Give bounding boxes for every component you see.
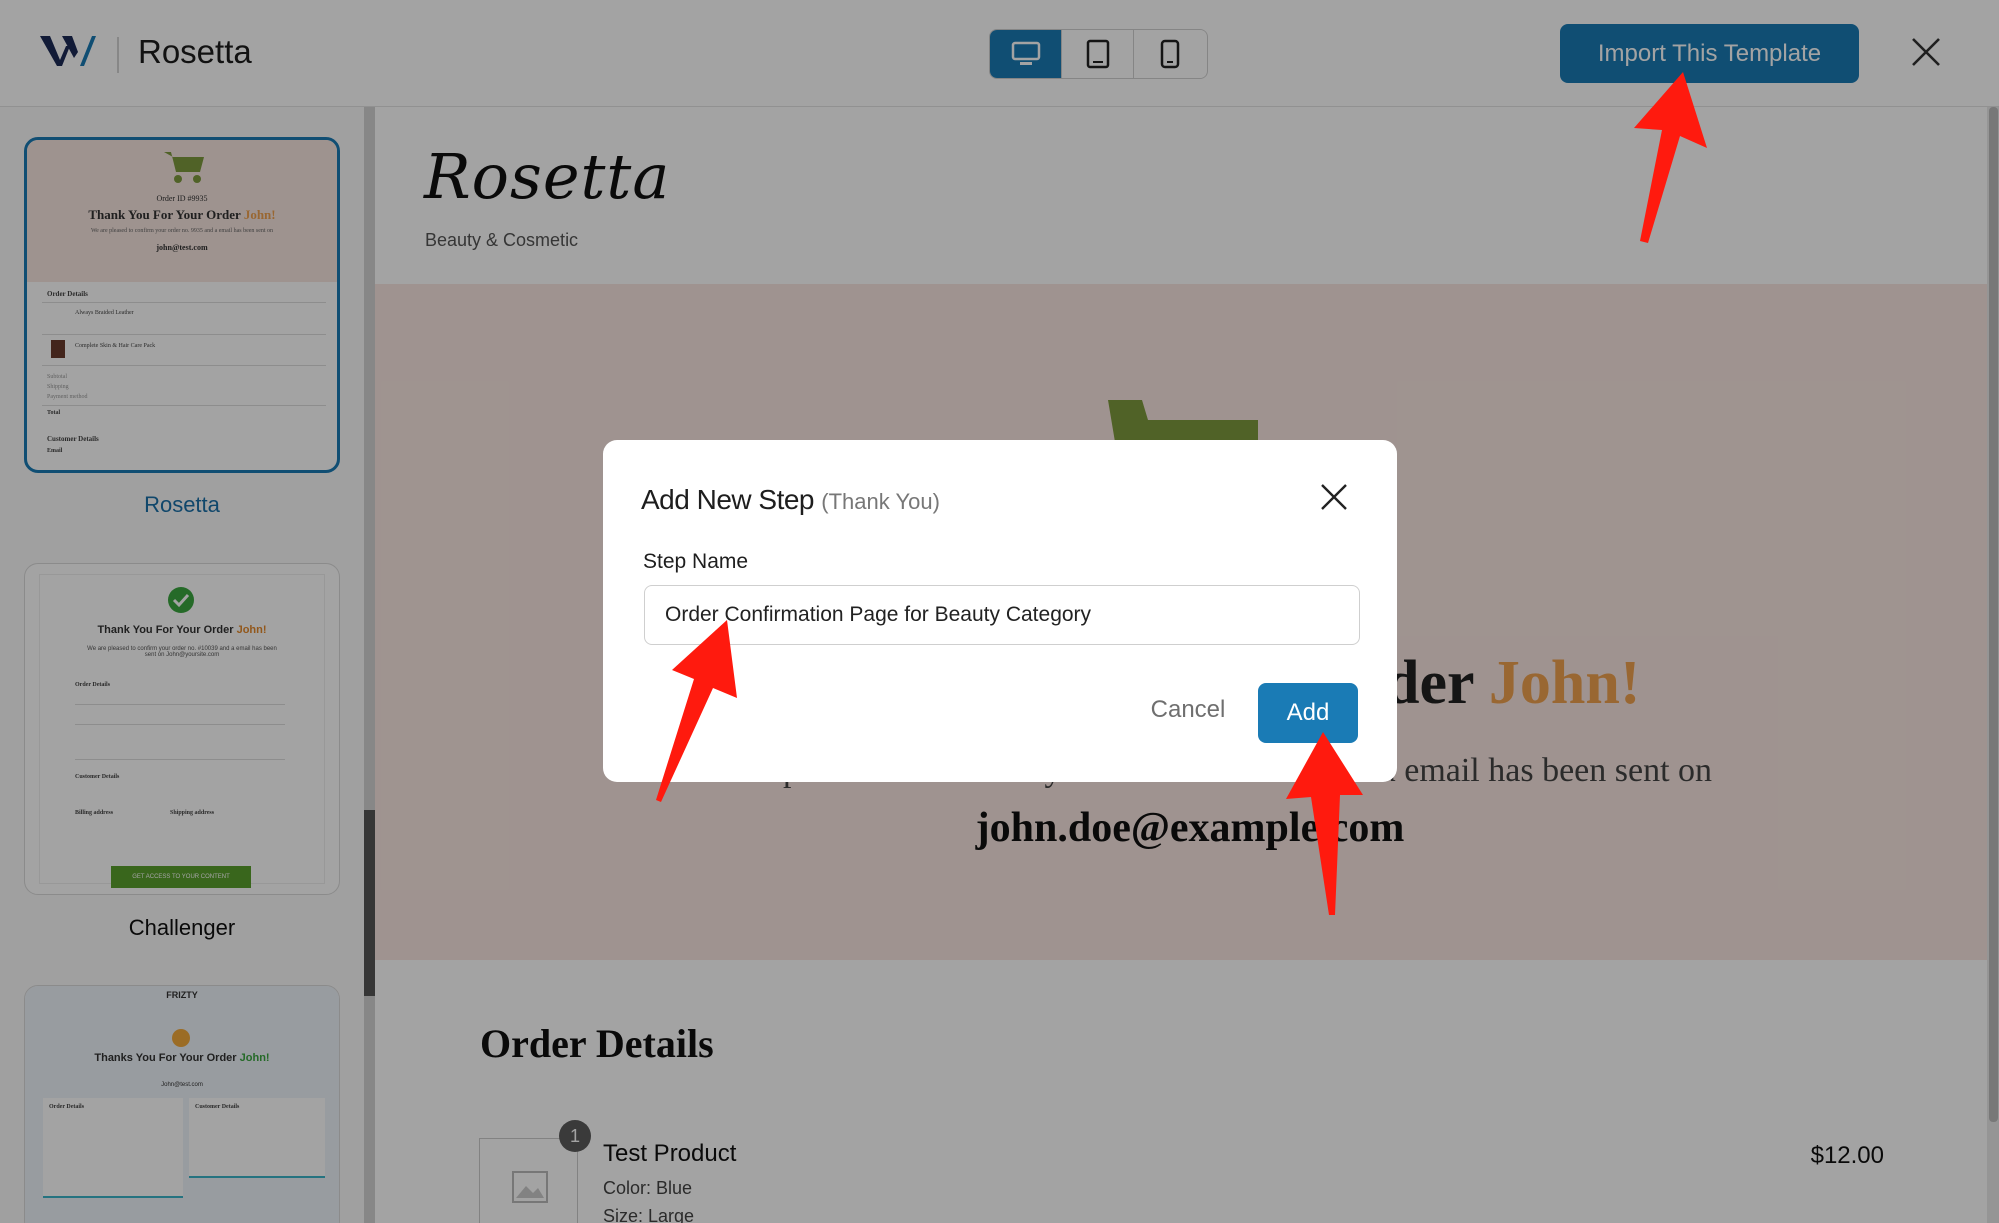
arrow-to-add: [1286, 732, 1363, 915]
arrow-to-import: [1634, 72, 1707, 243]
annotation-arrows: [656, 72, 1707, 915]
arrow-to-input: [656, 620, 737, 802]
